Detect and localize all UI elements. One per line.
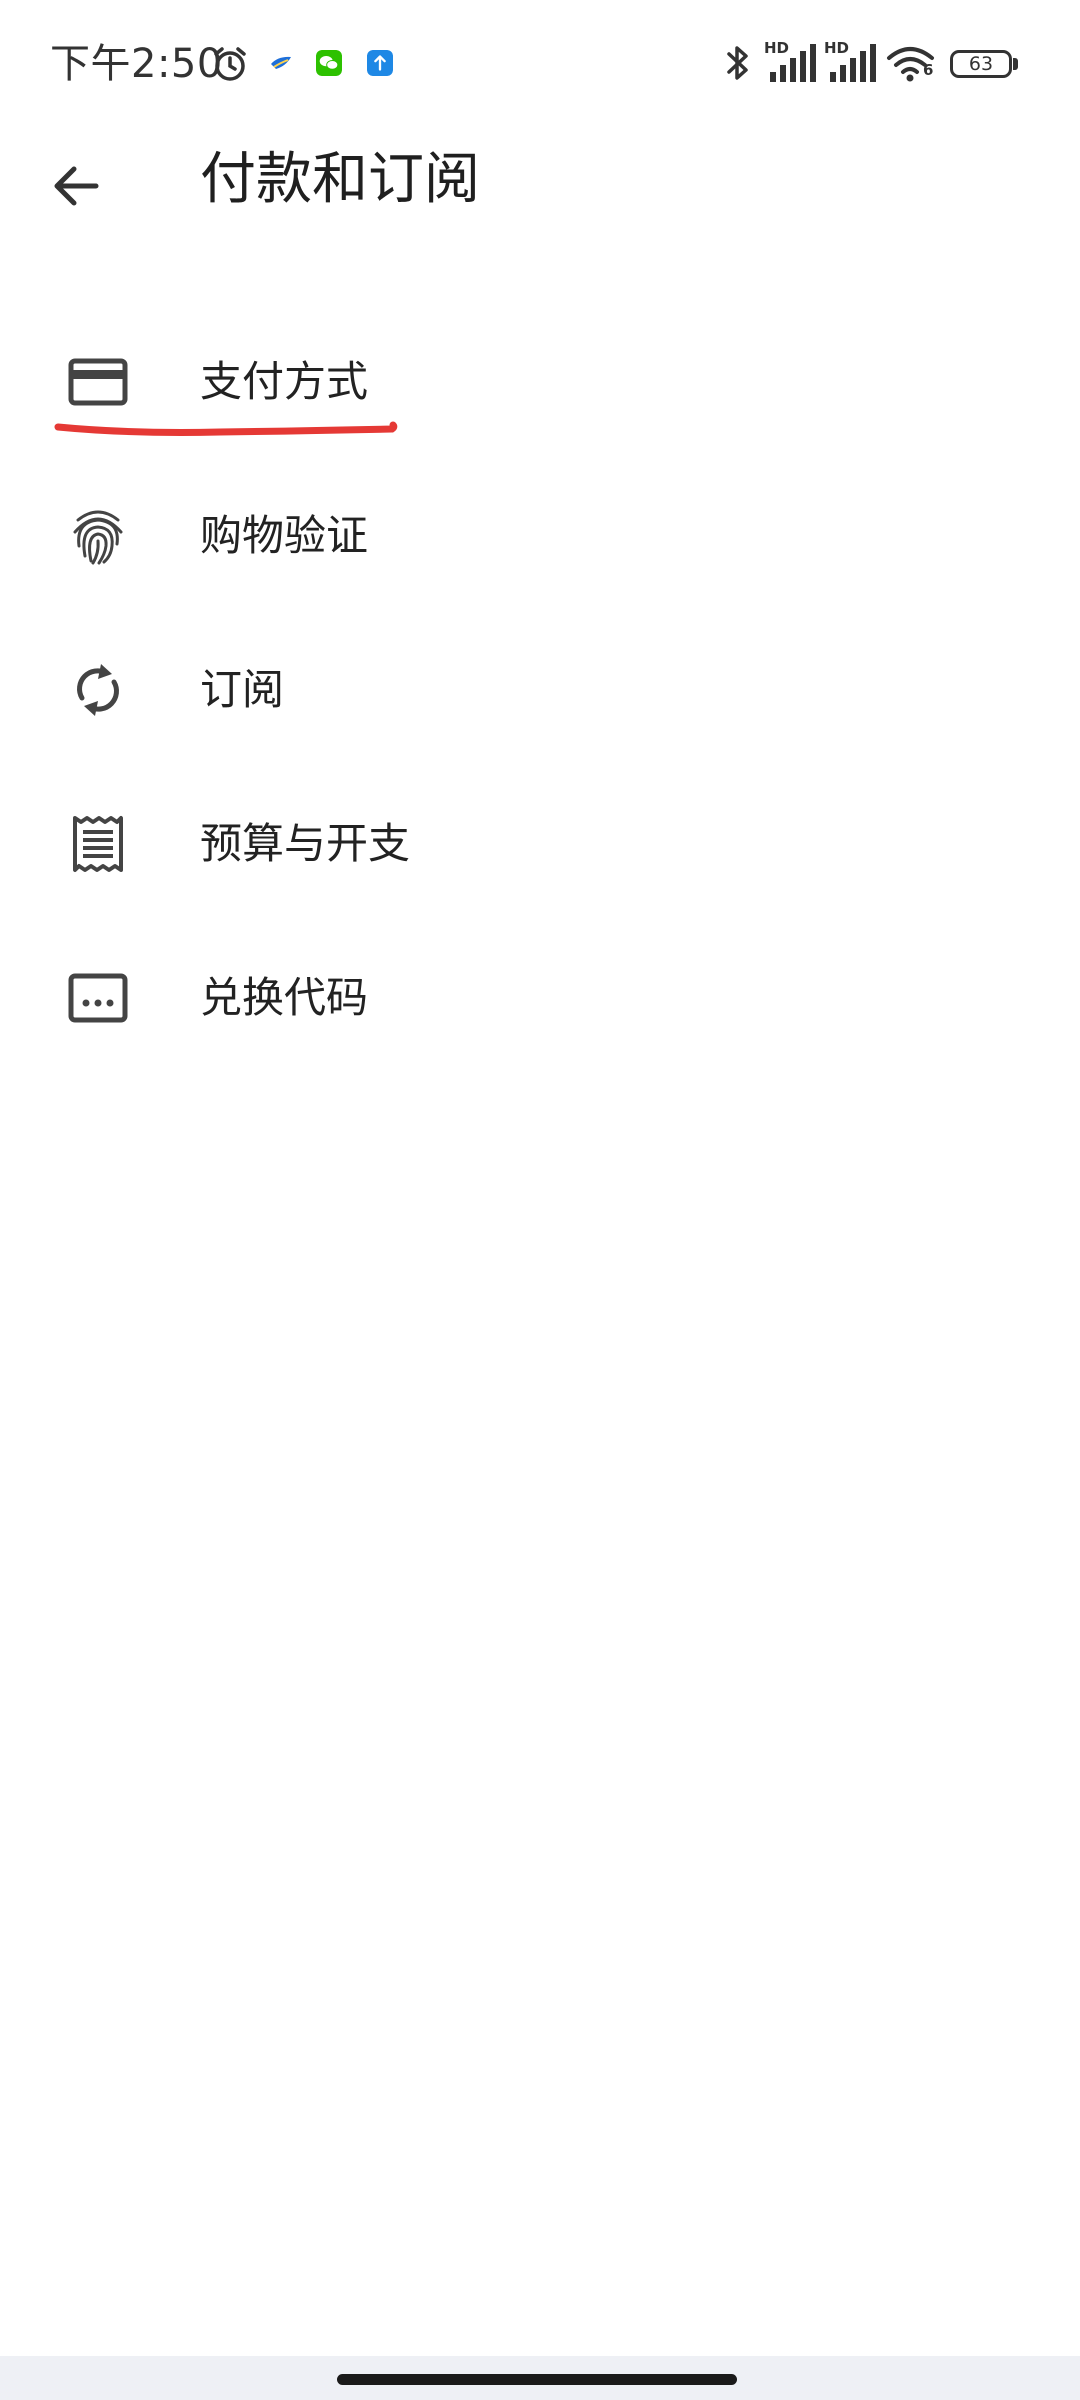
annotation-underline	[54, 421, 398, 436]
status-time: 下午2:50	[50, 41, 223, 87]
battery-icon: 63	[950, 50, 1012, 78]
network-type-label: HD	[764, 39, 790, 57]
status-bar: 下午2:50 HD HD 6 63	[0, 0, 1080, 130]
gesture-navigation-area	[0, 2356, 1080, 2400]
menu-item-label: 支付方式	[200, 357, 369, 406]
menu-item-label: 兑换代码	[200, 973, 369, 1022]
top-app-bar: 付款和订阅	[0, 130, 1080, 230]
arrow-left-icon	[54, 166, 99, 206]
bluetooth-icon	[727, 46, 748, 80]
wifi-label: 6	[923, 61, 934, 79]
menu-item-subscriptions[interactable]: 订阅	[0, 613, 1080, 767]
menu-item-label: 预算与开支	[200, 819, 411, 868]
fingerprint-icon	[66, 504, 130, 568]
wechat-icon	[316, 50, 342, 76]
home-gesture-handle[interactable]	[337, 2374, 737, 2385]
battery-tip	[1013, 58, 1018, 70]
credit-card-icon	[66, 350, 130, 414]
sync-icon	[66, 658, 130, 722]
menu-item-purchase-verification[interactable]: 购物验证	[0, 459, 1080, 613]
receipt-icon	[66, 812, 130, 876]
page-title: 付款和订阅	[200, 147, 480, 212]
menu-item-label: 购物验证	[200, 511, 369, 560]
menu-item-budget-and-spending[interactable]: 预算与开支	[0, 767, 1080, 921]
alarm-icon	[214, 47, 246, 81]
upload-app-icon	[367, 50, 393, 76]
redeem-code-icon	[66, 966, 130, 1030]
feather-app-icon	[271, 56, 291, 69]
network-type-label: HD	[824, 39, 850, 57]
menu-item-label: 订阅	[200, 665, 285, 714]
back-button[interactable]	[36, 146, 116, 226]
menu-item-redeem-code[interactable]: 兑换代码	[0, 921, 1080, 1075]
